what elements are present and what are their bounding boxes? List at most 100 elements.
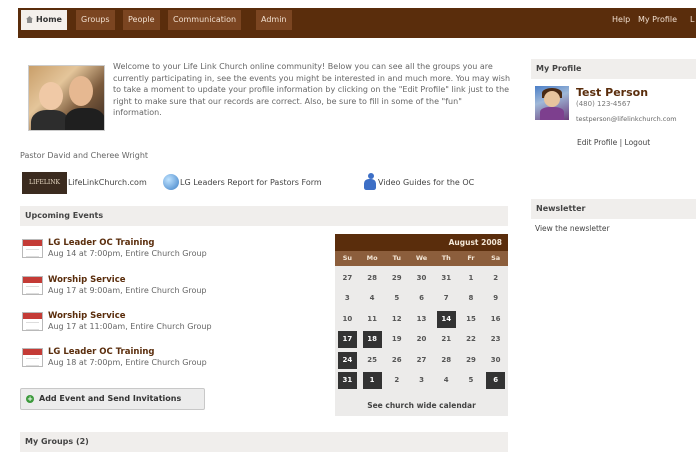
calendar-day[interactable]: 7: [434, 289, 459, 310]
event-item[interactable]: LG Leader OC Training Aug 14 at 7:00pm, …: [20, 238, 320, 266]
lifelinkchurch-link[interactable]: LifeLinkChurch.com: [68, 178, 147, 187]
calendar-day[interactable]: 25: [360, 350, 385, 371]
calendar-day[interactable]: 27: [409, 350, 434, 371]
event-title[interactable]: LG Leader OC Training: [48, 347, 155, 357]
calendar-day[interactable]: 12: [384, 309, 409, 330]
my-profile-link[interactable]: My Profile: [638, 10, 677, 30]
calendar-day-number: 21: [441, 335, 452, 344]
event-title[interactable]: Worship Service: [48, 275, 126, 285]
calendar-day-number: 20: [416, 335, 427, 344]
add-event-button-label: Add Event and Send Invitations: [39, 394, 182, 403]
calendar-day-number: 13: [416, 314, 427, 323]
profile-name[interactable]: Test Person: [576, 86, 648, 99]
calendar-day-number: 31: [337, 372, 357, 390]
calendar-day-number: 4: [443, 376, 449, 385]
profile-phone: (480) 123-4567: [576, 100, 631, 108]
calendar-day-number: 27: [342, 273, 353, 282]
calendar-day[interactable]: 16: [483, 309, 508, 330]
calendar-day-number: 10: [342, 314, 353, 323]
calendar-day[interactable]: 24: [335, 350, 360, 371]
calendar-icon: [22, 312, 43, 331]
calendar-day[interactable]: 14: [434, 309, 459, 330]
tab-communication[interactable]: Communication: [168, 10, 242, 30]
calendar-day[interactable]: 4: [360, 289, 385, 310]
calendar-icon: [22, 348, 43, 367]
event-item[interactable]: Worship Service Aug 17 at 11:00am, Entir…: [20, 311, 320, 339]
calendar-day[interactable]: 6: [409, 289, 434, 310]
calendar-day[interactable]: 11: [360, 309, 385, 330]
calendar-day-number: 3: [419, 376, 424, 385]
calendar-day[interactable]: 1: [360, 371, 385, 392]
help-link[interactable]: Help: [612, 10, 630, 30]
calendar-day-number: 14: [436, 310, 456, 328]
calendar-day-number: 30: [416, 273, 427, 282]
church-logo-icon[interactable]: LIFELINK: [22, 172, 67, 194]
calendar-day[interactable]: 17: [335, 330, 360, 351]
calendar-day[interactable]: 23: [483, 330, 508, 351]
calendar-day[interactable]: 1: [459, 268, 484, 289]
leaders-report-link[interactable]: LG Leaders Report for Pastors Form: [180, 178, 322, 187]
calendar-day[interactable]: 3: [335, 289, 360, 310]
view-newsletter-link[interactable]: View the newsletter: [535, 224, 610, 233]
calendar-day[interactable]: 2: [384, 371, 409, 392]
avatar[interactable]: [535, 86, 569, 120]
calendar-day[interactable]: 4: [434, 371, 459, 392]
tab-people[interactable]: People: [123, 10, 160, 30]
tab-home[interactable]: Home: [21, 10, 67, 30]
calendar-day[interactable]: 6: [483, 371, 508, 392]
calendar-day[interactable]: 2: [483, 268, 508, 289]
calendar-day[interactable]: 18: [360, 330, 385, 351]
calendar-day[interactable]: 29: [459, 350, 484, 371]
tab-admin[interactable]: Admin: [256, 10, 292, 30]
my-profile-header: My Profile: [531, 59, 696, 79]
add-event-button[interactable]: + Add Event and Send Invitations: [20, 388, 205, 410]
event-item[interactable]: Worship Service Aug 17 at 9:00am, Entire…: [20, 275, 320, 303]
calendar-day[interactable]: 20: [409, 330, 434, 351]
my-groups-header[interactable]: My Groups (2): [20, 432, 508, 452]
tab-groups[interactable]: Groups: [76, 10, 115, 30]
calendar-day[interactable]: 28: [434, 350, 459, 371]
calendar-day-number: 25: [367, 355, 377, 364]
calendar-day[interactable]: 27: [335, 268, 360, 289]
logout-link-partial[interactable]: L: [690, 10, 694, 30]
calendar-day[interactable]: 21: [434, 330, 459, 351]
calendar-weekday: Sa: [491, 254, 501, 262]
event-title[interactable]: Worship Service: [48, 311, 126, 321]
calendar-day[interactable]: 29: [384, 268, 409, 289]
calendar-day-number: 23: [490, 335, 501, 344]
calendar-day[interactable]: 26: [384, 350, 409, 371]
calendar-day[interactable]: 3: [409, 371, 434, 392]
event-item[interactable]: LG Leader OC Training Aug 18 at 7:00pm, …: [20, 347, 320, 375]
calendar-day-number: 22: [466, 335, 476, 344]
calendar-day[interactable]: 5: [459, 371, 484, 392]
edit-profile-link[interactable]: Edit Profile: [577, 138, 617, 147]
calendar-day[interactable]: 13: [409, 309, 434, 330]
calendar-day-number: 2: [493, 273, 499, 282]
calendar-day-number: 24: [337, 351, 357, 369]
calendar-day[interactable]: 19: [384, 330, 409, 351]
calendar-day-number: 6: [486, 372, 506, 390]
calendar-day[interactable]: 15: [459, 309, 484, 330]
calendar-day[interactable]: 10: [335, 309, 360, 330]
calendar-day[interactable]: 31: [434, 268, 459, 289]
church-calendar-link[interactable]: See church wide calendar: [335, 398, 508, 414]
calendar-day[interactable]: 28: [360, 268, 385, 289]
person-icon[interactable]: [363, 173, 377, 191]
calendar-icon: [22, 239, 43, 258]
calendar-day[interactable]: 5: [384, 289, 409, 310]
calendar-day[interactable]: 30: [409, 268, 434, 289]
quick-links: LIFELINK LifeLinkChurch.com LG Leaders R…: [20, 172, 510, 194]
upcoming-events-header: Upcoming Events: [20, 206, 508, 226]
calendar-day-number: 26: [391, 355, 402, 364]
calendar-day[interactable]: 9: [483, 289, 508, 310]
calendar-day[interactable]: 8: [459, 289, 484, 310]
logout-link[interactable]: Logout: [625, 138, 651, 147]
globe-icon[interactable]: [163, 174, 179, 190]
calendar-day[interactable]: 22: [459, 330, 484, 351]
event-title[interactable]: LG Leader OC Training: [48, 238, 155, 248]
video-guides-link[interactable]: Video Guides for the OC: [378, 178, 474, 187]
calendar-day[interactable]: 30: [483, 350, 508, 371]
calendar-day[interactable]: 31: [335, 371, 360, 392]
event-when: Aug 17 at 11:00am, Entire Church Group: [48, 322, 212, 331]
event-when: Aug 18 at 7:00pm, Entire Church Group: [48, 358, 207, 367]
